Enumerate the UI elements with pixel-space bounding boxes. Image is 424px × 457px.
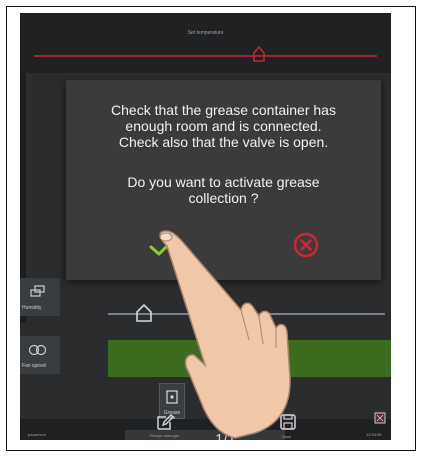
dialog-question: Do you want to activate grease collectio… bbox=[127, 174, 320, 206]
temperature-slider[interactable] bbox=[34, 55, 377, 57]
clock-text: 12:34:56 bbox=[366, 432, 382, 437]
screenshot-frame: Set temperature Humidity Fan speed Greas… bbox=[6, 6, 416, 451]
oven-control-screen: Set temperature Humidity Fan speed Greas… bbox=[20, 13, 391, 440]
bottom-left-text: pause/run bbox=[28, 432, 46, 437]
close-circle-icon[interactable] bbox=[291, 230, 321, 260]
humidity-icon bbox=[30, 285, 45, 297]
temperature-panel bbox=[20, 13, 391, 73]
humidity-button[interactable]: Humidity bbox=[20, 278, 60, 316]
temperature-slider-thumb-icon[interactable] bbox=[253, 46, 265, 62]
fan-speed-button[interactable]: Fan speed bbox=[20, 336, 60, 374]
fan-icon bbox=[28, 344, 47, 356]
humidity-label: Humidity bbox=[22, 305, 42, 311]
clock-icon[interactable] bbox=[374, 412, 386, 424]
dialog-message: Check that the grease container has enou… bbox=[111, 102, 336, 150]
pointing-hand-icon bbox=[159, 230, 291, 439]
set-temperature-label: Set temperature bbox=[187, 30, 224, 36]
fan-speed-label: Fan speed bbox=[22, 363, 46, 369]
